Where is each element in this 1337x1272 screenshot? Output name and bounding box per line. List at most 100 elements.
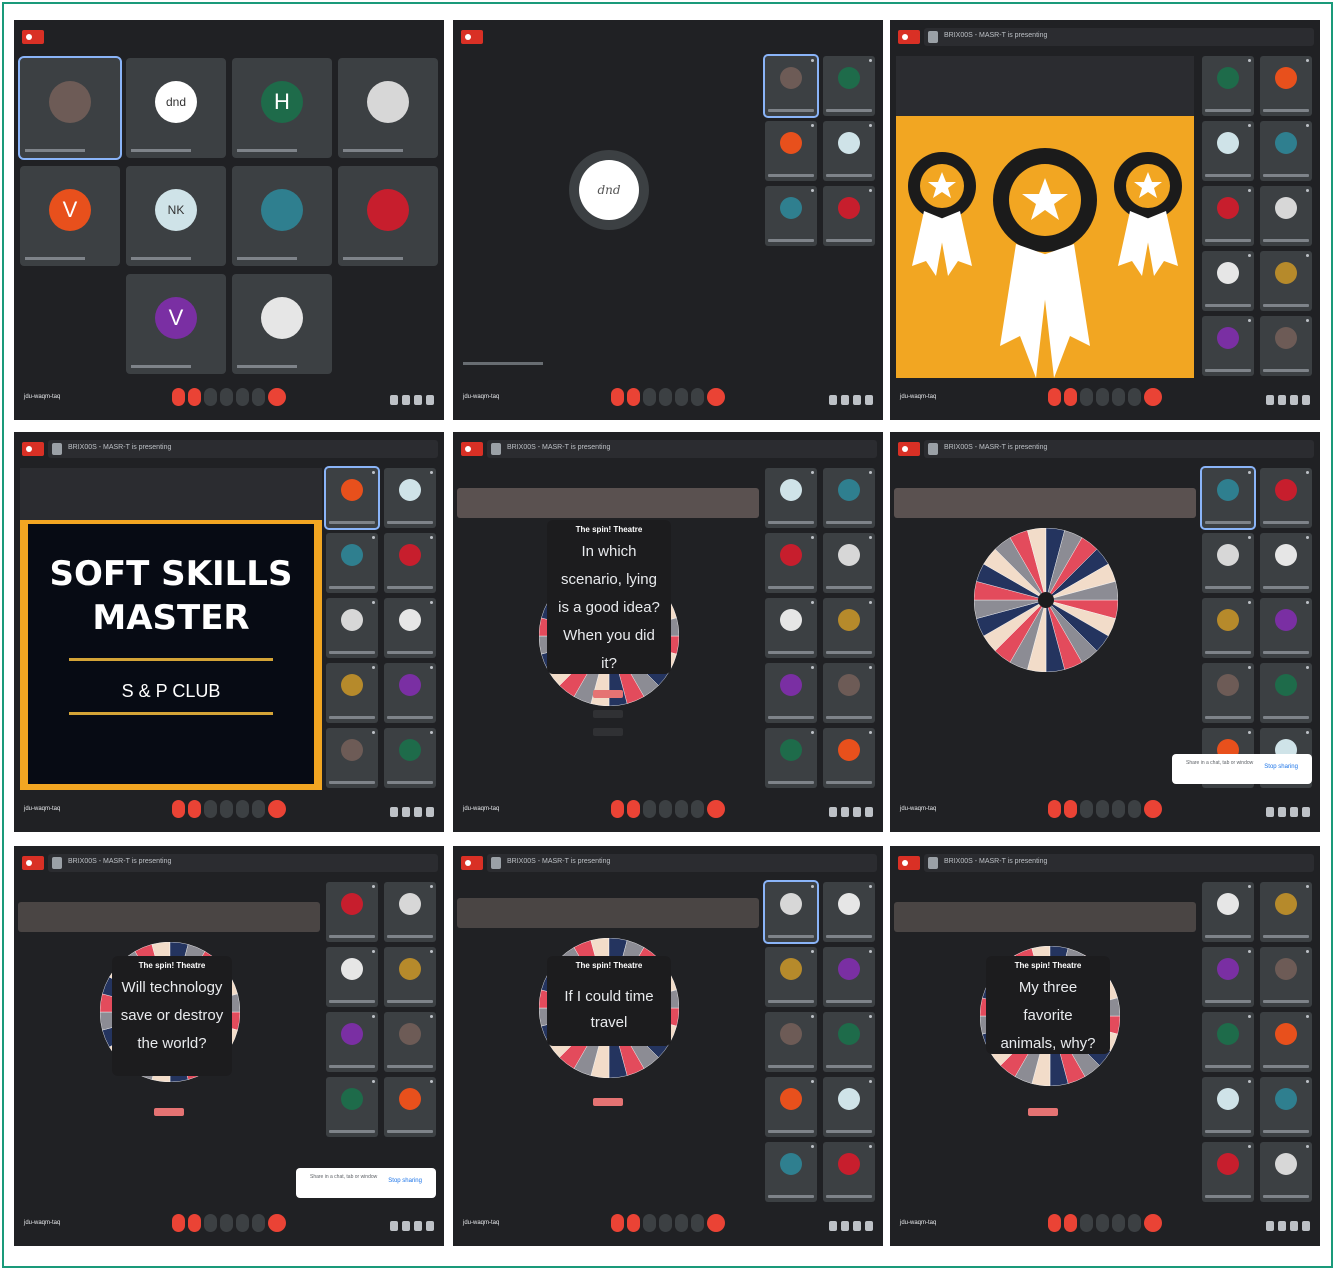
participant-tile[interactable] xyxy=(823,1077,875,1137)
leave-call-button[interactable] xyxy=(707,1214,725,1232)
raise-hand-button[interactable] xyxy=(659,800,672,818)
more-icon[interactable] xyxy=(869,1080,872,1083)
more-icon[interactable] xyxy=(1306,189,1309,192)
more-icon[interactable] xyxy=(811,1145,814,1148)
more-options-button[interactable] xyxy=(691,388,704,406)
raise-hand-button[interactable] xyxy=(659,1214,672,1232)
participant-tile[interactable] xyxy=(326,1077,378,1137)
more-icon[interactable] xyxy=(1248,189,1251,192)
participant-tile[interactable] xyxy=(338,166,438,266)
more-icon[interactable] xyxy=(1248,885,1251,888)
more-options-button[interactable] xyxy=(252,800,265,818)
leave-call-button[interactable] xyxy=(268,388,286,406)
participant-tile[interactable] xyxy=(326,882,378,942)
present-button[interactable] xyxy=(675,800,688,818)
captions-button[interactable] xyxy=(643,1214,656,1232)
more-icon[interactable] xyxy=(869,471,872,474)
participant-tile[interactable] xyxy=(1260,533,1312,593)
participant-tile[interactable] xyxy=(823,468,875,528)
participant-tile[interactable] xyxy=(384,533,436,593)
people-icon[interactable] xyxy=(402,395,410,405)
more-icon[interactable] xyxy=(1248,254,1251,257)
more-icon[interactable] xyxy=(869,536,872,539)
activities-icon[interactable] xyxy=(426,1221,434,1231)
mic-off-button[interactable] xyxy=(611,800,624,818)
raise-hand-button[interactable] xyxy=(1096,800,1109,818)
more-icon[interactable] xyxy=(869,885,872,888)
option-button[interactable] xyxy=(593,728,623,736)
leave-call-button[interactable] xyxy=(1144,1214,1162,1232)
participant-tile[interactable]: V xyxy=(126,274,226,374)
participant-tile[interactable] xyxy=(1260,663,1312,723)
participant-tile[interactable] xyxy=(765,186,817,246)
more-icon[interactable] xyxy=(372,1080,375,1083)
camera-off-button[interactable] xyxy=(627,800,640,818)
participant-tile[interactable] xyxy=(823,947,875,1007)
activities-icon[interactable] xyxy=(1302,1221,1310,1231)
more-icon[interactable] xyxy=(869,189,872,192)
participant-tile[interactable] xyxy=(384,947,436,1007)
participant-tile[interactable] xyxy=(1202,947,1254,1007)
participant-tile[interactable] xyxy=(765,121,817,181)
more-icon[interactable] xyxy=(1248,950,1251,953)
participant-tile[interactable] xyxy=(1202,882,1254,942)
participant-tile[interactable] xyxy=(1202,56,1254,116)
participant-tile[interactable] xyxy=(765,1077,817,1137)
chat-icon[interactable] xyxy=(853,1221,861,1231)
camera-off-button[interactable] xyxy=(627,388,640,406)
participant-tile[interactable] xyxy=(1202,533,1254,593)
more-icon[interactable] xyxy=(1306,950,1309,953)
more-icon[interactable] xyxy=(811,189,814,192)
activities-icon[interactable] xyxy=(865,395,873,405)
more-icon[interactable] xyxy=(430,666,433,669)
tab-strip[interactable]: BRIX00S - MASR-T is presenting xyxy=(924,440,1314,458)
participant-tile[interactable] xyxy=(1202,251,1254,311)
more-icon[interactable] xyxy=(811,666,814,669)
info-icon[interactable] xyxy=(829,1221,837,1231)
info-icon[interactable] xyxy=(1266,807,1274,817)
more-options-button[interactable] xyxy=(1128,800,1141,818)
participant-tile[interactable] xyxy=(1202,186,1254,246)
participant-tile[interactable] xyxy=(384,598,436,658)
participant-tile[interactable] xyxy=(1202,121,1254,181)
more-icon[interactable] xyxy=(1248,59,1251,62)
participant-tile[interactable] xyxy=(1260,1142,1312,1202)
participant-tile[interactable] xyxy=(823,186,875,246)
participant-tile[interactable] xyxy=(763,880,819,944)
more-icon[interactable] xyxy=(811,1080,814,1083)
participant-tile[interactable] xyxy=(326,598,378,658)
camera-off-button[interactable] xyxy=(1064,1214,1077,1232)
mic-off-button[interactable] xyxy=(172,800,185,818)
participant-tile[interactable] xyxy=(1260,598,1312,658)
more-icon[interactable] xyxy=(1248,1080,1251,1083)
tab-strip[interactable]: BRIX00S - MASR-T is presenting xyxy=(48,854,438,872)
more-icon[interactable] xyxy=(430,1080,433,1083)
mic-off-button[interactable] xyxy=(1048,388,1061,406)
chat-icon[interactable] xyxy=(1290,395,1298,405)
more-icon[interactable] xyxy=(372,1015,375,1018)
spin-button[interactable] xyxy=(593,1098,623,1106)
spin-button[interactable] xyxy=(593,690,623,698)
present-button[interactable] xyxy=(236,800,249,818)
chat-icon[interactable] xyxy=(414,1221,422,1231)
stop-sharing-button[interactable]: Stop sharing xyxy=(1264,764,1298,770)
chat-icon[interactable] xyxy=(1290,1221,1298,1231)
more-icon[interactable] xyxy=(372,666,375,669)
more-icon[interactable] xyxy=(811,885,814,888)
camera-off-button[interactable] xyxy=(188,800,201,818)
more-icon[interactable] xyxy=(869,731,872,734)
spin-button[interactable] xyxy=(154,1108,184,1116)
more-icon[interactable] xyxy=(1306,731,1309,734)
participant-tile[interactable] xyxy=(1260,56,1312,116)
more-icon[interactable] xyxy=(430,601,433,604)
chat-icon[interactable] xyxy=(1290,807,1298,817)
raise-hand-button[interactable] xyxy=(220,800,233,818)
more-icon[interactable] xyxy=(811,950,814,953)
more-icon[interactable] xyxy=(1306,536,1309,539)
participant-tile[interactable] xyxy=(324,466,380,530)
participant-tile[interactable] xyxy=(823,1012,875,1072)
participant-tile[interactable] xyxy=(765,663,817,723)
more-icon[interactable] xyxy=(1248,731,1251,734)
participant-tile[interactable] xyxy=(1260,468,1312,528)
tab-strip[interactable]: BRIX00S - MASR-T is presenting xyxy=(924,854,1314,872)
